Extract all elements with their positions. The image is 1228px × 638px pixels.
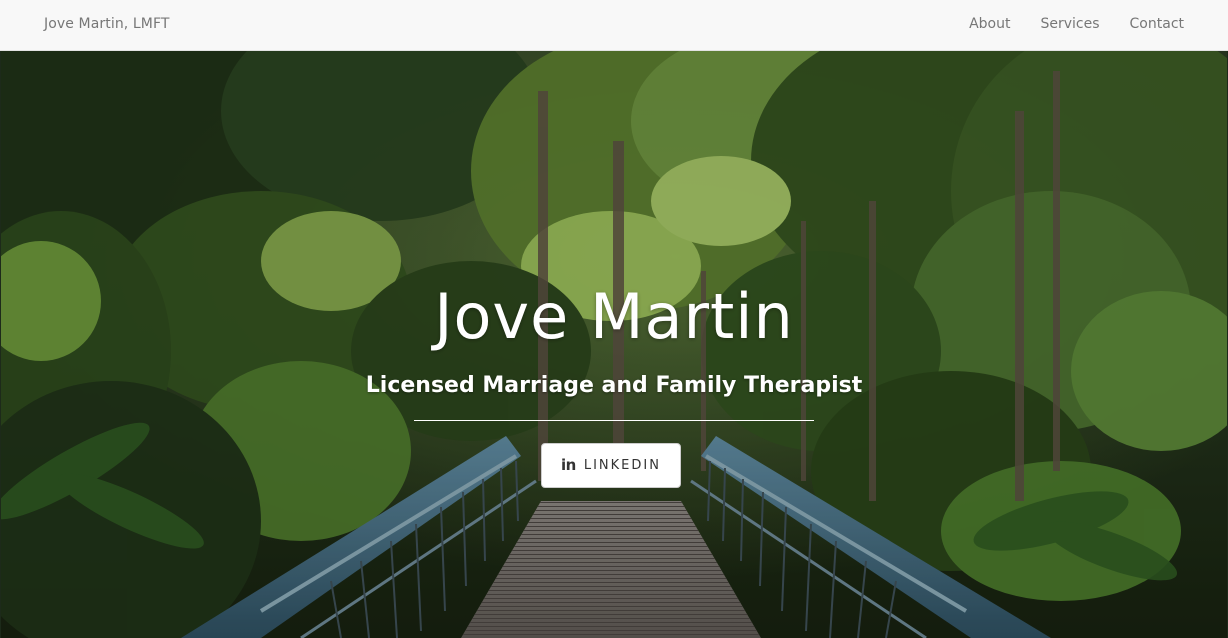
nav-link-contact[interactable]: Contact [1130,16,1184,32]
linkedin-button-label: LINKEDIN [583,458,661,473]
page: Jove Martin, LMFT About Services Contact [0,0,1228,638]
hero-divider [414,420,814,421]
nav-link-services[interactable]: Services [1040,16,1099,32]
hero-subtitle: Licensed Marriage and Family Therapist [365,373,863,398]
navbar: Jove Martin, LMFT About Services Contact [0,0,1228,51]
linkedin-icon: in [561,456,576,474]
hero-section: Jove Martin Licensed Marriage and Family… [1,51,1227,638]
nav-links: About Services Contact [969,16,1184,32]
brand-link[interactable]: Jove Martin, LMFT [44,16,170,32]
linkedin-button[interactable]: in LINKEDIN [541,443,681,488]
nav-link-about[interactable]: About [969,16,1010,32]
hero-title: Jove Martin [434,280,794,353]
